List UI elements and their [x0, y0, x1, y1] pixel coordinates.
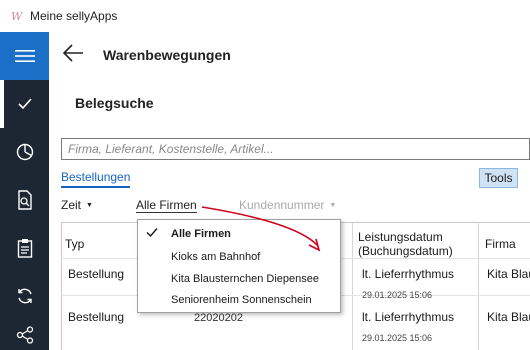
column-header-typ[interactable]: Typ: [65, 237, 84, 251]
search-box[interactable]: [61, 138, 530, 160]
chevron-down-icon: ▼: [329, 202, 337, 209]
firmen-dropdown: Alle Firmen Kioks am Bahnhof Kita Blaust…: [137, 219, 341, 313]
row2-typ: Bestellung: [68, 310, 125, 324]
firmen-filter[interactable]: Alle Firmen: [136, 198, 197, 213]
kundennummer-filter-label: Kundennummer: [239, 198, 325, 212]
column-header-buchungsdatum: (Buchungsdatum): [358, 244, 453, 258]
column-divider: [478, 222, 479, 350]
sidebar-item-check[interactable]: [0, 80, 49, 128]
row2-leistung: lt. Lieferrhythmus: [362, 310, 455, 324]
zeit-filter[interactable]: Zeit ▼: [61, 198, 93, 212]
kundennummer-filter[interactable]: Kundennummer ▼: [239, 198, 336, 212]
row1-typ: Bestellung: [68, 267, 125, 281]
tab-bestellungen[interactable]: Bestellungen: [61, 170, 131, 188]
row2-datum: 29.01.2025 15:06: [362, 333, 433, 343]
check-icon: [17, 98, 32, 110]
back-button[interactable]: [61, 43, 85, 66]
share-icon: [16, 326, 33, 344]
section-title: Belegsuche: [75, 95, 154, 111]
dropdown-item-label: Alle Firmen: [171, 228, 231, 240]
firmen-filter-label: Alle Firmen: [136, 198, 197, 212]
dropdown-item-label: Seniorenheim Sonnenschein: [171, 294, 312, 306]
menu-button[interactable]: [0, 32, 49, 80]
sidebar-item-clipboard[interactable]: [0, 224, 49, 272]
sidebar-item-share[interactable]: [0, 320, 49, 350]
window-titlebar: W Meine sellyApps: [0, 0, 530, 32]
sidebar-item-document-search[interactable]: [0, 176, 49, 224]
sellyapps-logo-icon: W: [11, 10, 23, 23]
sidebar-item-statistics[interactable]: [0, 128, 49, 176]
dropdown-item-label: Kioks am Bahnhof: [171, 251, 261, 263]
row2-nummer: 22020202: [194, 312, 243, 324]
dropdown-item-label: Kita Blausternchen Diepensee: [171, 273, 319, 285]
document-search-icon: [17, 190, 32, 210]
zeit-filter-label: Zeit: [61, 198, 82, 212]
window-title: Meine sellyApps: [30, 9, 118, 23]
dropdown-item-kita-blausternchen[interactable]: Kita Blausternchen Diepensee: [138, 269, 340, 290]
sync-icon: [17, 288, 32, 304]
arrow-left-icon: [62, 44, 83, 62]
clipboard-icon: [17, 239, 32, 258]
row1-firma: Kita Blau: [487, 267, 530, 281]
sidebar-item-sync[interactable]: [0, 272, 49, 320]
tools-button[interactable]: Tools: [479, 168, 518, 188]
row1-datum: 29.01.2025 15:06: [362, 290, 433, 300]
dropdown-item-seniorenheim[interactable]: Seniorenheim Sonnenschein: [138, 290, 340, 311]
dropdown-item-kioks-am-bahnhof[interactable]: Kioks am Bahnhof: [138, 247, 340, 268]
chevron-down-icon: ▼: [86, 202, 93, 209]
row1-leistung: lt. Lieferrhythmus: [362, 267, 455, 281]
pie-chart-icon: [16, 143, 33, 161]
column-divider: [352, 222, 353, 350]
column-header-firma[interactable]: Firma: [485, 237, 516, 251]
search-input[interactable]: [62, 139, 529, 159]
column-header-leistungsdatum[interactable]: Leistungsdatum: [358, 230, 443, 244]
page-title: Warenbewegungen: [103, 47, 231, 63]
sidebar: [0, 32, 49, 350]
check-icon: [146, 227, 158, 241]
menu-icon: [14, 50, 35, 62]
dropdown-item-alle-firmen[interactable]: Alle Firmen: [138, 224, 340, 245]
row2-firma: Kita Blau: [487, 310, 530, 324]
